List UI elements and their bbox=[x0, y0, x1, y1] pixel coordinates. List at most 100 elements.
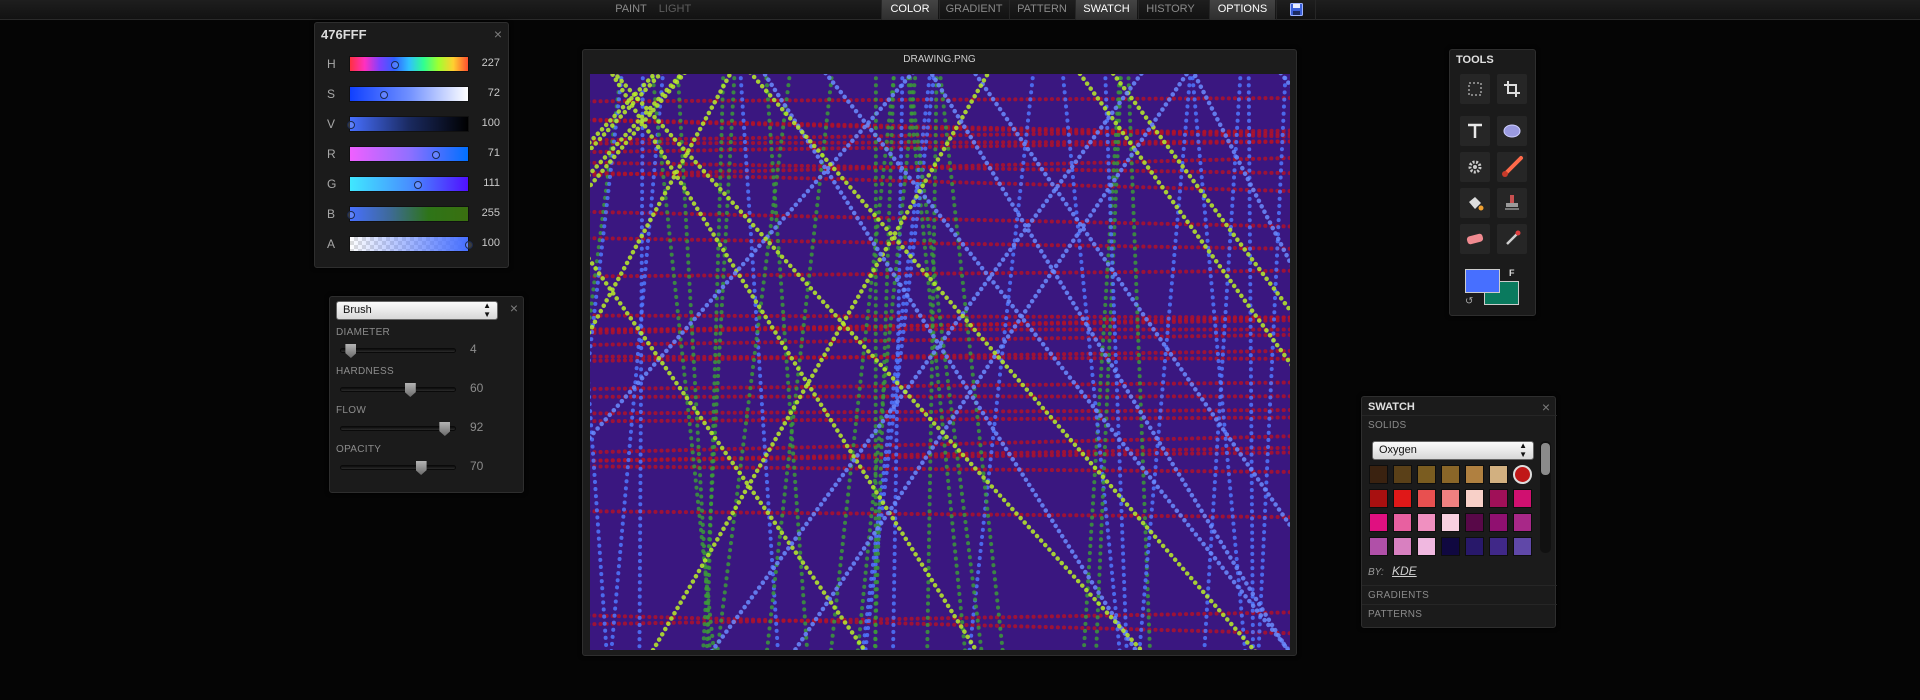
swap-colors-icon[interactable]: ↺ bbox=[1465, 296, 1473, 307]
swatch-color[interactable] bbox=[1369, 465, 1388, 484]
swatch-color[interactable] bbox=[1393, 489, 1412, 508]
stamp-tool[interactable] bbox=[1497, 188, 1527, 218]
flow-label: FLOW bbox=[336, 405, 367, 416]
tab-options[interactable]: OPTIONS bbox=[1209, 0, 1275, 20]
eyedropper-icon bbox=[1506, 230, 1521, 245]
close-icon[interactable]: × bbox=[494, 27, 502, 41]
color-panel: 476FFF × H 227 S 72 V 100 R 71 G 111 B 2… bbox=[314, 22, 509, 268]
save-button[interactable] bbox=[1276, 0, 1316, 20]
patterns-section-header[interactable]: PATTERNS bbox=[1362, 604, 1557, 623]
swatch-color[interactable] bbox=[1465, 465, 1484, 484]
value-knob[interactable] bbox=[347, 121, 355, 129]
saturation-knob[interactable] bbox=[380, 91, 389, 99]
opacity-value: 70 bbox=[470, 459, 484, 473]
color-hex-value[interactable]: 476FFF bbox=[321, 27, 367, 42]
swatch-color[interactable] bbox=[1489, 465, 1508, 484]
diameter-thumb[interactable] bbox=[345, 344, 357, 358]
swatch-color[interactable] bbox=[1441, 537, 1460, 556]
marquee-select-tool[interactable] bbox=[1460, 74, 1490, 104]
tab-pattern[interactable]: PATTERN bbox=[1009, 0, 1074, 20]
swatch-color[interactable] bbox=[1465, 537, 1484, 556]
swatch-color[interactable] bbox=[1513, 537, 1532, 556]
flow-slider[interactable] bbox=[340, 422, 456, 436]
flow-thumb[interactable] bbox=[439, 422, 451, 436]
swatch-color[interactable] bbox=[1393, 465, 1412, 484]
swatch-color[interactable] bbox=[1441, 513, 1460, 532]
swatch-color[interactable] bbox=[1513, 489, 1532, 508]
hue-slider[interactable] bbox=[349, 56, 469, 72]
value-slider[interactable] bbox=[347, 116, 469, 132]
drawing-artwork bbox=[590, 74, 1290, 650]
menu-light[interactable]: LIGHT bbox=[654, 0, 696, 20]
close-icon[interactable]: × bbox=[1542, 400, 1550, 414]
saturation-label: S bbox=[327, 87, 336, 101]
blue-slider[interactable] bbox=[347, 206, 469, 222]
crop-tool[interactable] bbox=[1497, 74, 1527, 104]
swatch-color[interactable] bbox=[1417, 465, 1436, 484]
swatch-color[interactable] bbox=[1513, 513, 1532, 532]
swatch-panel: SWATCH × SOLIDS Oxygen ▲ ▼ BY: KDE GRADIE… bbox=[1361, 396, 1557, 628]
select-arrows-icon: ▲ ▼ bbox=[483, 301, 491, 319]
opacity-slider[interactable] bbox=[340, 461, 456, 475]
red-knob[interactable] bbox=[431, 151, 440, 159]
brush-tool[interactable] bbox=[1497, 152, 1527, 182]
swatch-color[interactable] bbox=[1417, 513, 1436, 532]
swatch-color[interactable] bbox=[1393, 537, 1412, 556]
palette-select[interactable]: Oxygen ▲ ▼ bbox=[1372, 441, 1534, 460]
swatch-color[interactable] bbox=[1369, 513, 1388, 532]
saturation-slider[interactable] bbox=[349, 86, 469, 102]
blue-knob[interactable] bbox=[347, 211, 355, 219]
swatch-color[interactable] bbox=[1441, 465, 1460, 484]
canvas-title: DRAWING.PNG bbox=[903, 54, 976, 65]
drawing-canvas[interactable] bbox=[590, 74, 1290, 650]
swatch-color[interactable] bbox=[1369, 489, 1388, 508]
author-link[interactable]: KDE bbox=[1392, 564, 1417, 578]
swatch-color[interactable] bbox=[1489, 489, 1508, 508]
eraser-tool[interactable] bbox=[1460, 224, 1490, 254]
swatch-color[interactable] bbox=[1393, 513, 1412, 532]
swatch-color[interactable] bbox=[1441, 489, 1460, 508]
hardness-slider[interactable] bbox=[340, 383, 456, 397]
tools-panel: TOOLS F ↺ bbox=[1449, 49, 1536, 316]
green-slider[interactable] bbox=[349, 176, 469, 192]
swatch-color[interactable] bbox=[1489, 513, 1508, 532]
tab-history[interactable]: HISTORY bbox=[1138, 0, 1202, 20]
settings-tool[interactable] bbox=[1460, 152, 1490, 182]
fill-tool[interactable] bbox=[1460, 188, 1490, 218]
tab-swatch[interactable]: SWATCH bbox=[1075, 0, 1137, 20]
foreground-color-swatch[interactable] bbox=[1465, 269, 1500, 293]
close-icon[interactable]: × bbox=[510, 301, 518, 315]
red-slider[interactable] bbox=[349, 146, 469, 162]
green-label: G bbox=[327, 177, 337, 191]
tab-gradient[interactable]: GRADIENT bbox=[939, 0, 1008, 20]
swatch-color[interactable] bbox=[1369, 537, 1388, 556]
scrollbar-thumb[interactable] bbox=[1541, 443, 1550, 475]
swatch-color[interactable] bbox=[1513, 465, 1532, 484]
gradients-section-header[interactable]: GRADIENTS bbox=[1362, 585, 1557, 604]
paint-bucket-icon bbox=[1469, 197, 1484, 211]
solids-section-header[interactable]: SOLIDS bbox=[1362, 415, 1557, 434]
hardness-thumb[interactable] bbox=[404, 383, 416, 397]
settings-gear-icon bbox=[1468, 160, 1482, 174]
green-knob[interactable] bbox=[414, 181, 423, 189]
swatch-scrollbar[interactable] bbox=[1540, 441, 1551, 553]
brush-options-panel: Brush ▲ ▼ × DIAMETER 4 HARDNESS 60 FLOW 9… bbox=[329, 296, 524, 493]
diameter-slider[interactable] bbox=[340, 344, 456, 358]
floppy-disk-icon bbox=[1289, 3, 1303, 16]
swatch-color[interactable] bbox=[1489, 537, 1508, 556]
ellipse-tool[interactable] bbox=[1497, 116, 1527, 146]
swatch-color[interactable] bbox=[1417, 489, 1436, 508]
alpha-knob[interactable] bbox=[465, 241, 473, 249]
tab-color[interactable]: COLOR bbox=[881, 0, 938, 20]
swatch-color[interactable] bbox=[1465, 489, 1484, 508]
brush-tool-select[interactable]: Brush ▲ ▼ bbox=[336, 301, 498, 320]
text-tool[interactable] bbox=[1460, 116, 1490, 146]
menu-paint[interactable]: PAINT bbox=[611, 0, 651, 20]
hue-label: H bbox=[327, 57, 336, 71]
alpha-slider[interactable] bbox=[349, 236, 473, 252]
swatch-color[interactable] bbox=[1465, 513, 1484, 532]
eyedropper-tool[interactable] bbox=[1497, 224, 1527, 254]
opacity-thumb[interactable] bbox=[415, 461, 427, 475]
swatch-color[interactable] bbox=[1417, 537, 1436, 556]
hue-knob[interactable] bbox=[390, 61, 399, 69]
